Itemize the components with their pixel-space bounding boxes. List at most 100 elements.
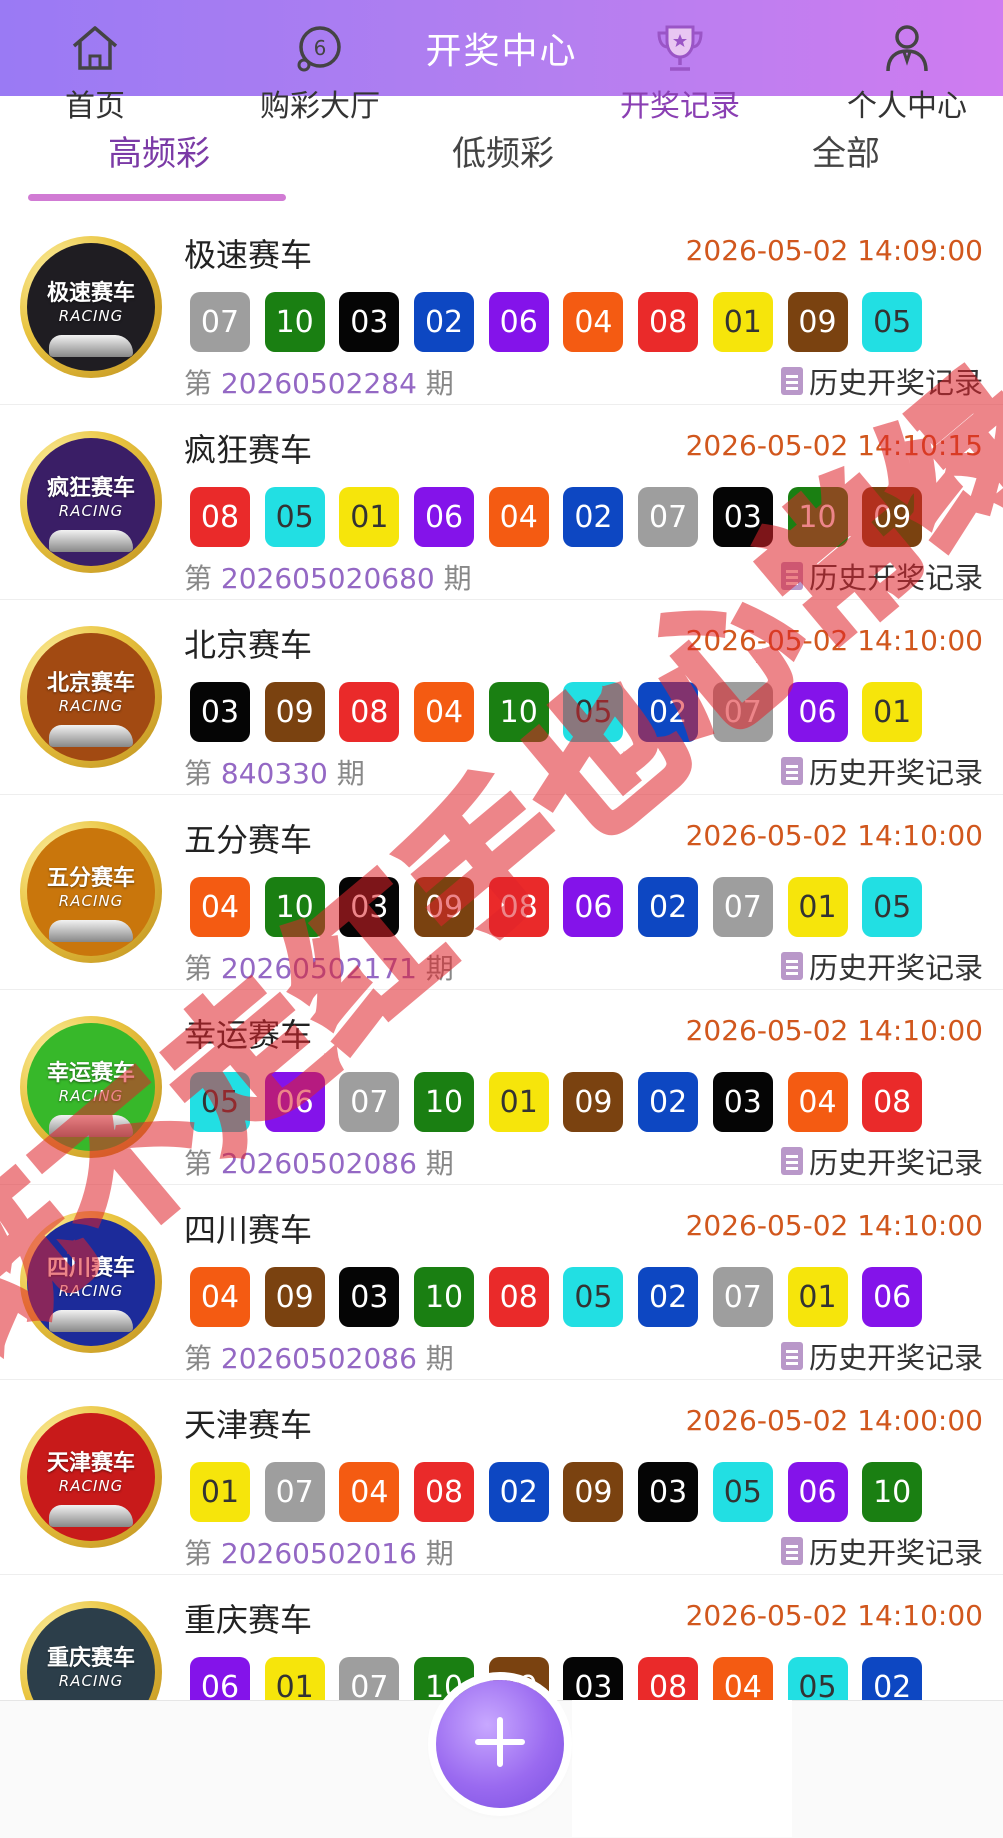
- tab-low-frequency[interactable]: 低频彩: [452, 126, 554, 175]
- history-link[interactable]: 历史开奖记录: [780, 945, 983, 987]
- game-logo-title: 五分赛车: [46, 866, 135, 891]
- number-ball: 07: [264, 1462, 325, 1522]
- history-label: 历史开奖记录: [808, 1536, 983, 1570]
- issue-prefix: 第: [184, 367, 213, 400]
- race-car-icon: [49, 725, 133, 747]
- issue-value: 840330: [220, 757, 328, 790]
- history-link[interactable]: 历史开奖记录: [780, 750, 983, 792]
- lottery-row[interactable]: 北京赛车 RACING 北京赛车 2026-05-02 14:10:00 03 09 08 0…: [0, 600, 1003, 795]
- number-ball: 04: [488, 487, 549, 547]
- issue-number: 第 20260502086 期: [184, 1337, 454, 1377]
- lottery-row[interactable]: 五分赛车 RACING 五分赛车 2026-05-02 14:10:00 04 10 03 0…: [0, 795, 1003, 990]
- issue-prefix: 第: [184, 1147, 213, 1180]
- lottery-row[interactable]: 极速赛车 RACING 极速赛车 2026-05-02 14:09:00 07 10 03 0…: [0, 210, 1003, 405]
- game-logo-inner: 天津赛车 RACING: [27, 1413, 155, 1541]
- number-ball: 10: [264, 292, 325, 352]
- game-logo-subtitle: RACING: [58, 697, 124, 715]
- race-car-icon: [49, 335, 133, 357]
- game-logo-inner: 极速赛车 RACING: [27, 243, 155, 371]
- document-icon: [780, 367, 803, 395]
- game-logo: 四川赛车 RACING: [20, 1211, 162, 1353]
- draw-numbers: 01 07 04 08 02 09 03 05 06 10: [190, 1462, 937, 1522]
- nav-user-center[interactable]: 个人中心: [832, 0, 982, 137]
- number-ball: 06: [563, 877, 624, 937]
- issue-suffix: 期: [425, 1537, 454, 1570]
- history-link[interactable]: 历史开奖记录: [780, 1530, 983, 1572]
- nav-home[interactable]: 首页: [40, 0, 150, 137]
- number-ball: 02: [488, 1462, 549, 1522]
- active-tab-indicator: [28, 194, 286, 201]
- lottery-row[interactable]: 疯狂赛车 RACING 疯狂赛车 2026-05-02 14:10:15 08 05 01 0…: [0, 405, 1003, 600]
- draw-numbers: 04 10 03 09 08 06 02 07 01 05: [190, 877, 937, 937]
- issue-number: 第 20260502171 期: [184, 947, 454, 987]
- issue-number: 第 202605020680 期: [184, 557, 472, 597]
- nav-draw-records[interactable]: 开奖记录: [600, 0, 760, 137]
- race-car-icon: [49, 920, 133, 942]
- issue-suffix: 期: [336, 757, 365, 790]
- number-ball: 02: [638, 1072, 699, 1132]
- plus-button[interactable]: [436, 1680, 564, 1808]
- issue-suffix: 期: [443, 562, 472, 595]
- issue-value: 20260502171: [220, 952, 417, 985]
- number-ball: 10: [862, 1462, 923, 1522]
- game-logo: 五分赛车 RACING: [20, 821, 162, 963]
- game-logo: 幸运赛车 RACING: [20, 1016, 162, 1158]
- nav-lottery-hall[interactable]: 6 购彩大厅: [240, 0, 400, 137]
- number-ball: 03: [339, 1267, 400, 1327]
- document-icon: [780, 1537, 803, 1565]
- number-ball: 08: [862, 1072, 923, 1132]
- user-icon: [880, 21, 934, 75]
- number-ball: 04: [339, 1462, 400, 1522]
- issue-suffix: 期: [425, 1147, 454, 1180]
- number-ball: 09: [264, 1267, 325, 1327]
- document-icon: [780, 757, 803, 785]
- history-link[interactable]: 历史开奖记录: [780, 360, 983, 402]
- history-link[interactable]: 历史开奖记录: [780, 555, 983, 597]
- number-ball: 07: [712, 877, 773, 937]
- number-ball: 04: [414, 682, 475, 742]
- number-ball: 06: [862, 1267, 923, 1327]
- nav-draw-records-label: 开奖记录: [620, 89, 740, 124]
- game-logo-inner: 五分赛车 RACING: [27, 828, 155, 956]
- game-logo-title: 极速赛车: [46, 281, 135, 306]
- number-ball: 01: [488, 1072, 549, 1132]
- game-logo-title: 天津赛车: [46, 1451, 135, 1476]
- svg-text:6: 6: [314, 36, 327, 60]
- number-ball: 01: [787, 877, 848, 937]
- home-icon: [68, 21, 122, 75]
- race-car-icon: [49, 1310, 133, 1332]
- game-logo-subtitle: RACING: [58, 892, 124, 910]
- number-ball: 03: [339, 877, 400, 937]
- history-link[interactable]: 历史开奖记录: [780, 1335, 983, 1377]
- page-title: 开奖中心: [425, 31, 578, 72]
- lottery-row[interactable]: 天津赛车 RACING 天津赛车 2026-05-02 14:00:00 01 07 04 0…: [0, 1380, 1003, 1575]
- history-link[interactable]: 历史开奖记录: [780, 1140, 983, 1182]
- number-ball: 02: [563, 487, 624, 547]
- number-ball: 10: [414, 1267, 475, 1327]
- lottery-row[interactable]: 幸运赛车 RACING 幸运赛车 2026-05-02 14:10:00 05 06 07 1…: [0, 990, 1003, 1185]
- lottery-row[interactable]: 四川赛车 RACING 四川赛车 2026-05-02 14:10:00 04 09 03 1…: [0, 1185, 1003, 1380]
- draw-numbers: 07 10 03 02 06 04 08 01 09 05: [190, 292, 937, 352]
- issue-prefix: 第: [184, 952, 213, 985]
- plus-icon: [472, 1714, 528, 1774]
- draw-time: 2026-05-02 14:10:15: [685, 429, 983, 462]
- game-logo-subtitle: RACING: [58, 1087, 124, 1105]
- number-ball: 09: [862, 487, 923, 547]
- nav-home-label: 首页: [65, 89, 125, 124]
- document-icon: [780, 562, 803, 590]
- lottery-hall-icon: 6: [293, 21, 347, 75]
- number-ball: 05: [862, 877, 923, 937]
- number-ball: 09: [787, 292, 848, 352]
- number-ball: 01: [712, 292, 773, 352]
- issue-prefix: 第: [184, 562, 213, 595]
- issue-prefix: 第: [184, 1342, 213, 1375]
- draw-numbers: 04 09 03 10 08 05 02 07 01 06: [190, 1267, 937, 1327]
- race-car-icon: [49, 1115, 133, 1137]
- number-ball: 05: [563, 682, 624, 742]
- draw-time: 2026-05-02 14:10:00: [685, 1599, 983, 1632]
- number-ball: 10: [787, 487, 848, 547]
- issue-suffix: 期: [425, 1342, 454, 1375]
- number-ball: 08: [488, 1267, 549, 1327]
- game-name: 北京赛车: [184, 626, 313, 664]
- game-logo: 天津赛车 RACING: [20, 1406, 162, 1548]
